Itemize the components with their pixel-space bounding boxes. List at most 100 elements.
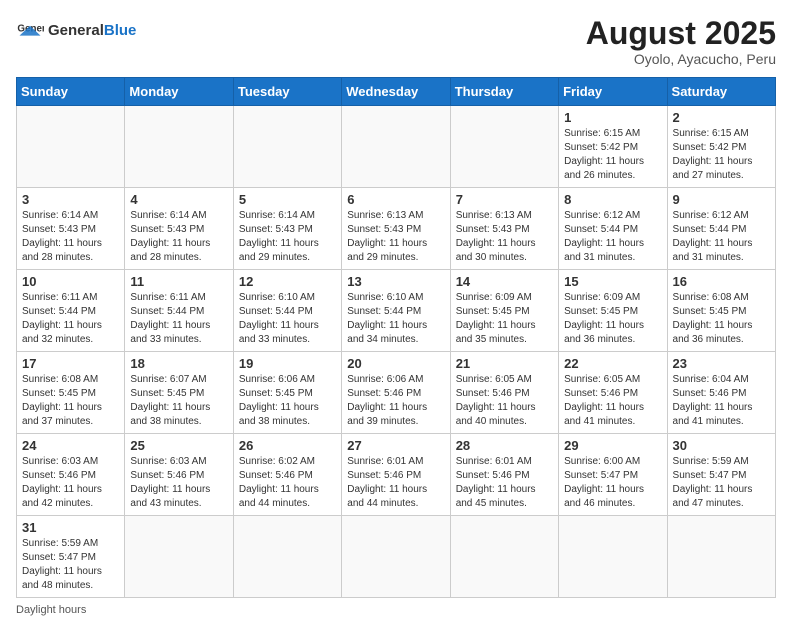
calendar-day-cell xyxy=(559,516,667,598)
calendar-day-cell: 31 Sunrise: 5:59 AM Sunset: 5:47 PM Dayli… xyxy=(17,516,125,598)
calendar-day-cell: 12Sunrise: 6:10 AM Sunset: 5:44 PM Dayli… xyxy=(233,270,341,352)
day-number: 25 xyxy=(130,438,227,453)
calendar-day-cell: 4 Sunrise: 6:14 AM Sunset: 5:43 PM Daylig… xyxy=(125,188,233,270)
title-area: August 2025 Oyolo, Ayacucho, Peru xyxy=(586,16,776,67)
day-number: 4 xyxy=(130,192,227,207)
calendar-week-row: 17 Sunrise: 6:08 AM Sunset: 5:45 PM Dayli… xyxy=(17,352,776,434)
calendar-day-cell xyxy=(342,516,450,598)
month-year-title: August 2025 xyxy=(586,16,776,51)
calendar-col-header: Thursday xyxy=(450,78,558,106)
day-info: Sunrise: 6:02 AM Sunset: 5:46 PM Dayligh… xyxy=(239,455,336,511)
day-number: 22 xyxy=(564,356,661,371)
day-info: Sunrise: 6:05 AM Sunset: 5:46 PM Dayligh… xyxy=(456,373,553,429)
calendar-col-header: Sunday xyxy=(17,78,125,106)
calendar-day-cell: 20Sunrise: 6:06 AM Sunset: 5:46 PM Dayli… xyxy=(342,352,450,434)
day-number: 11 xyxy=(130,274,227,289)
calendar-day-cell: 27Sunrise: 6:01 AM Sunset: 5:46 PM Dayli… xyxy=(342,434,450,516)
day-number: 16 xyxy=(673,274,770,289)
calendar-week-row: 10 Sunrise: 6:11 AM Sunset: 5:44 PM Dayli… xyxy=(17,270,776,352)
day-info: Sunrise: 6:03 AM Sunset: 5:46 PM Dayligh… xyxy=(130,455,227,511)
calendar-day-cell xyxy=(450,516,558,598)
day-number: 8 xyxy=(564,192,661,207)
day-info: Sunrise: 6:13 AM Sunset: 5:43 PM Dayligh… xyxy=(347,209,444,265)
day-info: Sunrise: 6:04 AM Sunset: 5:46 PM Dayligh… xyxy=(673,373,770,429)
day-number: 30 xyxy=(673,438,770,453)
calendar-day-cell xyxy=(667,516,775,598)
calendar-day-cell: 25 Sunrise: 6:03 AM Sunset: 5:46 PM Dayli… xyxy=(125,434,233,516)
calendar-day-cell xyxy=(233,106,341,188)
calendar-week-row: 3 Sunrise: 6:14 AM Sunset: 5:43 PM Daylig… xyxy=(17,188,776,270)
calendar-week-row: 24 Sunrise: 6:03 AM Sunset: 5:46 PM Dayli… xyxy=(17,434,776,516)
day-number: 3 xyxy=(22,192,119,207)
calendar-day-cell: 5 Sunrise: 6:14 AM Sunset: 5:43 PM Daylig… xyxy=(233,188,341,270)
calendar-day-cell: 15 Sunrise: 6:09 AM Sunset: 5:45 PM Dayli… xyxy=(559,270,667,352)
calendar-day-cell: 16 Sunrise: 6:08 AM Sunset: 5:45 PM Dayli… xyxy=(667,270,775,352)
calendar-day-cell: 9Sunrise: 6:12 AM Sunset: 5:44 PM Daylig… xyxy=(667,188,775,270)
day-info: Sunrise: 6:08 AM Sunset: 5:45 PM Dayligh… xyxy=(22,373,119,429)
calendar-day-cell: 17 Sunrise: 6:08 AM Sunset: 5:45 PM Dayli… xyxy=(17,352,125,434)
day-number: 19 xyxy=(239,356,336,371)
day-number: 15 xyxy=(564,274,661,289)
day-info: Sunrise: 6:15 AM Sunset: 5:42 PM Dayligh… xyxy=(673,127,770,183)
calendar-day-cell xyxy=(233,516,341,598)
day-info: Sunrise: 6:06 AM Sunset: 5:45 PM Dayligh… xyxy=(239,373,336,429)
day-info: Sunrise: 6:14 AM Sunset: 5:43 PM Dayligh… xyxy=(239,209,336,265)
day-number: 21 xyxy=(456,356,553,371)
daylight-label: Daylight hours xyxy=(16,604,86,616)
calendar-day-cell xyxy=(342,106,450,188)
calendar-col-header: Monday xyxy=(125,78,233,106)
calendar-day-cell: 22 Sunrise: 6:05 AM Sunset: 5:46 PM Dayli… xyxy=(559,352,667,434)
logo: General GeneralBlue xyxy=(16,16,136,44)
day-number: 9 xyxy=(673,192,770,207)
day-number: 28 xyxy=(456,438,553,453)
day-number: 17 xyxy=(22,356,119,371)
day-info: Sunrise: 6:05 AM Sunset: 5:46 PM Dayligh… xyxy=(564,373,661,429)
calendar-day-cell: 2 Sunrise: 6:15 AM Sunset: 5:42 PM Daylig… xyxy=(667,106,775,188)
calendar-day-cell xyxy=(125,516,233,598)
footer-note: Daylight hours xyxy=(16,604,776,616)
calendar-col-header: Friday xyxy=(559,78,667,106)
day-number: 5 xyxy=(239,192,336,207)
day-number: 27 xyxy=(347,438,444,453)
calendar-day-cell: 19 Sunrise: 6:06 AM Sunset: 5:45 PM Dayli… xyxy=(233,352,341,434)
day-number: 24 xyxy=(22,438,119,453)
day-info: Sunrise: 6:09 AM Sunset: 5:45 PM Dayligh… xyxy=(564,291,661,347)
calendar-table: SundayMondayTuesdayWednesdayThursdayFrid… xyxy=(16,77,776,598)
calendar-day-cell: 28 Sunrise: 6:01 AM Sunset: 5:46 PM Dayli… xyxy=(450,434,558,516)
day-number: 10 xyxy=(22,274,119,289)
day-info: Sunrise: 6:09 AM Sunset: 5:45 PM Dayligh… xyxy=(456,291,553,347)
day-info: Sunrise: 6:14 AM Sunset: 5:43 PM Dayligh… xyxy=(130,209,227,265)
calendar-day-cell: 18 Sunrise: 6:07 AM Sunset: 5:45 PM Dayli… xyxy=(125,352,233,434)
day-info: Sunrise: 6:01 AM Sunset: 5:46 PM Dayligh… xyxy=(456,455,553,511)
day-info: Sunrise: 6:00 AM Sunset: 5:47 PM Dayligh… xyxy=(564,455,661,511)
day-number: 29 xyxy=(564,438,661,453)
calendar-day-cell xyxy=(450,106,558,188)
day-number: 12 xyxy=(239,274,336,289)
calendar-header-row: SundayMondayTuesdayWednesdayThursdayFrid… xyxy=(17,78,776,106)
calendar-week-row: 31 Sunrise: 5:59 AM Sunset: 5:47 PM Dayli… xyxy=(17,516,776,598)
day-info: Sunrise: 5:59 AM Sunset: 5:47 PM Dayligh… xyxy=(22,537,119,593)
day-number: 14 xyxy=(456,274,553,289)
calendar-week-row: 1Sunrise: 6:15 AM Sunset: 5:42 PM Daylig… xyxy=(17,106,776,188)
day-info: Sunrise: 6:11 AM Sunset: 5:44 PM Dayligh… xyxy=(22,291,119,347)
day-number: 31 xyxy=(22,520,119,535)
day-number: 2 xyxy=(673,110,770,125)
calendar-day-cell: 23Sunrise: 6:04 AM Sunset: 5:46 PM Dayli… xyxy=(667,352,775,434)
calendar-day-cell: 21 Sunrise: 6:05 AM Sunset: 5:46 PM Dayli… xyxy=(450,352,558,434)
calendar-day-cell xyxy=(125,106,233,188)
day-number: 7 xyxy=(456,192,553,207)
calendar-day-cell: 24Sunrise: 6:03 AM Sunset: 5:46 PM Dayli… xyxy=(17,434,125,516)
day-info: Sunrise: 6:07 AM Sunset: 5:45 PM Dayligh… xyxy=(130,373,227,429)
day-info: Sunrise: 6:08 AM Sunset: 5:45 PM Dayligh… xyxy=(673,291,770,347)
calendar-day-cell xyxy=(17,106,125,188)
calendar-day-cell: 8Sunrise: 6:12 AM Sunset: 5:44 PM Daylig… xyxy=(559,188,667,270)
day-info: Sunrise: 6:11 AM Sunset: 5:44 PM Dayligh… xyxy=(130,291,227,347)
calendar-day-cell: 3Sunrise: 6:14 AM Sunset: 5:43 PM Daylig… xyxy=(17,188,125,270)
calendar-day-cell: 14 Sunrise: 6:09 AM Sunset: 5:45 PM Dayli… xyxy=(450,270,558,352)
day-number: 18 xyxy=(130,356,227,371)
calendar-day-cell: 1Sunrise: 6:15 AM Sunset: 5:42 PM Daylig… xyxy=(559,106,667,188)
calendar-day-cell: 7Sunrise: 6:13 AM Sunset: 5:43 PM Daylig… xyxy=(450,188,558,270)
calendar-col-header: Tuesday xyxy=(233,78,341,106)
calendar-day-cell: 11 Sunrise: 6:11 AM Sunset: 5:44 PM Dayli… xyxy=(125,270,233,352)
calendar-day-cell: 6Sunrise: 6:13 AM Sunset: 5:43 PM Daylig… xyxy=(342,188,450,270)
